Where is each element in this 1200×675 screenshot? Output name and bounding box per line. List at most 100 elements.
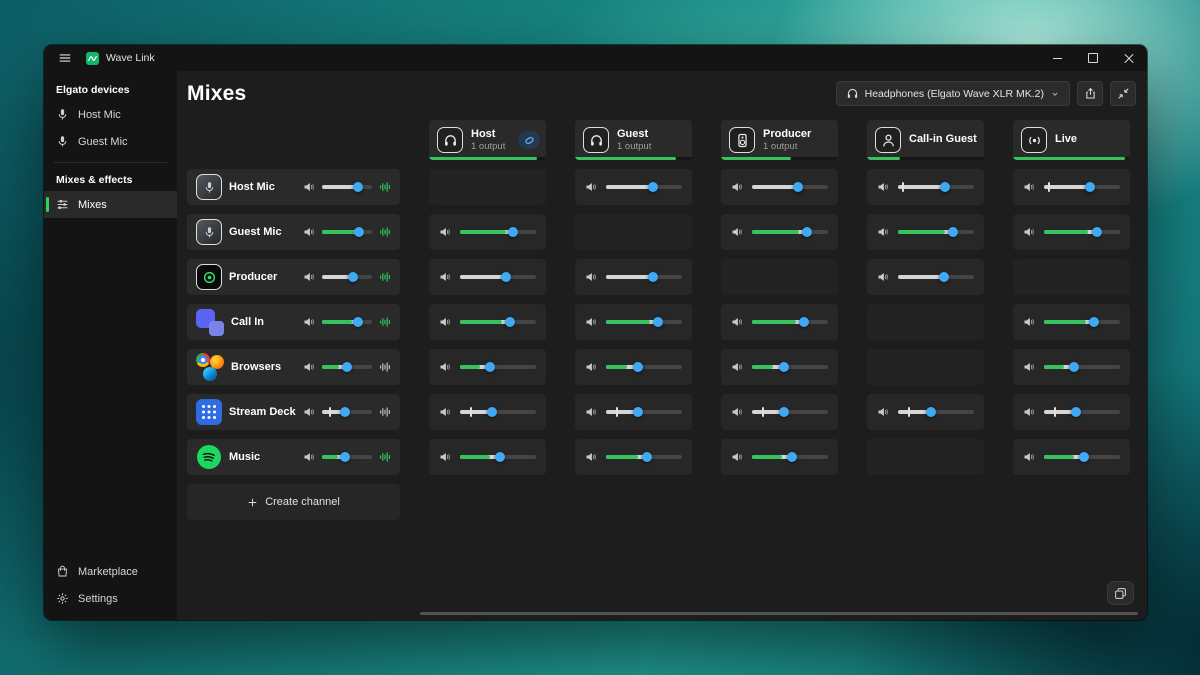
volume-slider[interactable] [322,226,372,238]
slider-knob[interactable] [633,407,643,417]
speaker-icon[interactable] [303,181,315,193]
slider-knob[interactable] [487,407,497,417]
overlay-toggle-button[interactable] [1107,581,1134,605]
sidebar-item-guest-mic[interactable]: Guest Mic [44,128,177,155]
volume-slider[interactable] [1044,226,1120,238]
sidebar-item-host-mic[interactable]: Host Mic [44,101,177,128]
slider-knob[interactable] [485,362,495,372]
speaker-icon[interactable] [877,406,889,418]
speaker-icon[interactable] [877,226,889,238]
volume-slider[interactable] [606,271,682,283]
slider-knob[interactable] [353,182,363,192]
create-channel-button[interactable]: Create channel [187,484,400,520]
slider-knob[interactable] [787,452,797,462]
speaker-icon[interactable] [303,406,315,418]
speaker-icon[interactable] [585,316,597,328]
speaker-icon[interactable] [303,226,315,238]
volume-slider[interactable] [460,271,536,283]
speaker-icon[interactable] [439,361,451,373]
slider-knob[interactable] [505,317,515,327]
speaker-icon[interactable] [877,271,889,283]
minimize-button[interactable] [1039,45,1075,71]
channel-music[interactable]: Music [187,439,400,475]
channel-browsers[interactable]: Browsers [187,349,400,385]
speaker-icon[interactable] [1023,451,1035,463]
slider-knob[interactable] [648,182,658,192]
speaker-icon[interactable] [731,181,743,193]
slider-knob[interactable] [633,362,643,372]
channel-call-in[interactable]: Call In [187,304,400,340]
speaker-icon[interactable] [585,451,597,463]
mix-column-live[interactable]: Live [1013,120,1130,160]
slider-knob[interactable] [653,317,663,327]
sidebar-item-marketplace[interactable]: Marketplace [44,558,177,585]
slider-knob[interactable] [353,317,363,327]
volume-slider[interactable] [752,226,828,238]
sidebar-item-mixes[interactable]: Mixes [44,191,177,218]
mix-column-guest[interactable]: Guest1 output [575,120,692,160]
slider-knob[interactable] [1071,407,1081,417]
slider-knob[interactable] [1079,452,1089,462]
volume-slider[interactable] [460,316,536,328]
speaker-icon[interactable] [585,361,597,373]
mix-column-host[interactable]: Host1 output [429,120,546,160]
slider-knob[interactable] [348,272,358,282]
speaker-icon[interactable] [1023,406,1035,418]
speaker-icon[interactable] [303,451,315,463]
speaker-icon[interactable] [731,451,743,463]
volume-slider[interactable] [460,451,536,463]
volume-slider[interactable] [322,406,372,418]
volume-slider[interactable] [898,271,974,283]
slider-knob[interactable] [779,362,789,372]
speaker-icon[interactable] [731,406,743,418]
speaker-icon[interactable] [1023,226,1035,238]
volume-slider[interactable] [898,406,974,418]
share-button[interactable] [1077,81,1103,106]
slider-knob[interactable] [802,227,812,237]
volume-slider[interactable] [322,181,372,193]
volume-slider[interactable] [898,181,974,193]
speaker-icon[interactable] [1023,316,1035,328]
slider-knob[interactable] [642,452,652,462]
sidebar-item-settings[interactable]: Settings [44,585,177,612]
volume-slider[interactable] [752,316,828,328]
volume-slider[interactable] [322,271,372,283]
slider-knob[interactable] [1069,362,1079,372]
slider-knob[interactable] [354,227,364,237]
mix-column-call-in-guest[interactable]: Call-in Guest [867,120,984,160]
slider-knob[interactable] [793,182,803,192]
volume-slider[interactable] [460,361,536,373]
output-device-selector[interactable]: Headphones (Elgato Wave XLR MK.2) [836,81,1070,106]
volume-slider[interactable] [460,226,536,238]
slider-knob[interactable] [501,272,511,282]
volume-slider[interactable] [606,406,682,418]
mix-column-producer[interactable]: Producer1 output [721,120,838,160]
speaker-icon[interactable] [731,361,743,373]
speaker-icon[interactable] [303,271,315,283]
speaker-icon[interactable] [439,451,451,463]
maximize-button[interactable] [1075,45,1111,71]
speaker-icon[interactable] [1023,181,1035,193]
speaker-icon[interactable] [303,316,315,328]
volume-slider[interactable] [898,226,974,238]
channel-host-mic[interactable]: Host Mic [187,169,400,205]
hamburger-menu-button[interactable] [52,47,78,69]
slider-knob[interactable] [648,272,658,282]
link-icon[interactable] [518,131,540,149]
speaker-icon[interactable] [439,271,451,283]
channel-stream-deck[interactable]: Stream Deck [187,394,400,430]
speaker-icon[interactable] [731,226,743,238]
volume-slider[interactable] [460,406,536,418]
slider-knob[interactable] [340,407,350,417]
volume-slider[interactable] [606,181,682,193]
volume-slider[interactable] [322,451,372,463]
channel-producer[interactable]: Producer [187,259,400,295]
speaker-icon[interactable] [585,181,597,193]
volume-slider[interactable] [1044,451,1120,463]
volume-slider[interactable] [1044,316,1120,328]
slider-knob[interactable] [342,362,352,372]
speaker-icon[interactable] [439,406,451,418]
speaker-icon[interactable] [585,271,597,283]
slider-knob[interactable] [1092,227,1102,237]
speaker-icon[interactable] [585,406,597,418]
